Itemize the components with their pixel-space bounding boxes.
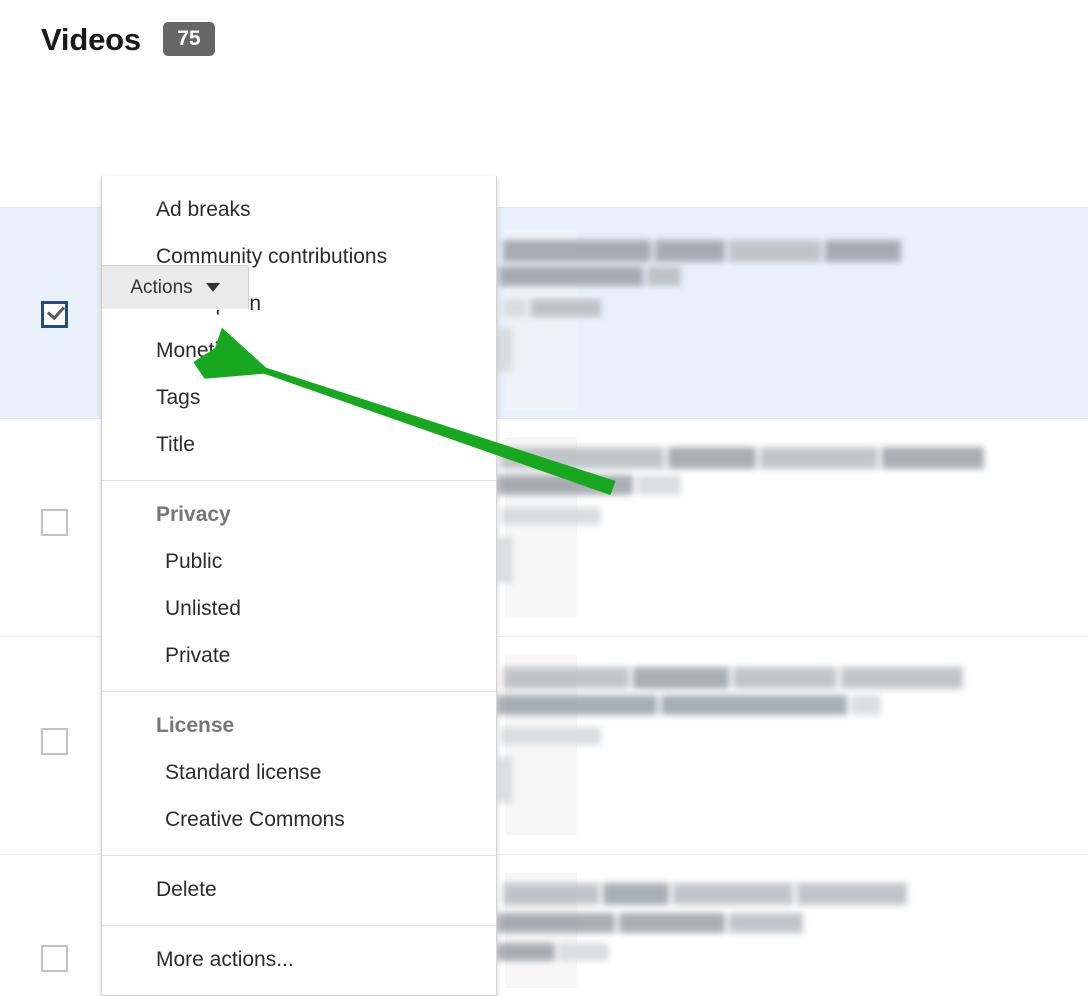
menu-item-monetize[interactable]: Monetize [102,327,496,374]
page-title: Videos [41,24,141,55]
video-meta-redacted [497,943,627,961]
menu-section-more: More actions... [102,926,496,995]
video-meta-redacted [501,507,611,525]
video-meta-redacted [503,299,623,317]
menu-section-general: Ad breaks Community contributions Descri… [102,176,496,481]
video-title-redacted [503,667,981,689]
menu-item-more-actions[interactable]: More actions... [102,936,496,983]
video-title-redacted [503,883,963,905]
row-checkbox[interactable] [41,301,68,328]
menu-section-delete: Delete [102,856,496,926]
menu-item-creative-commons[interactable]: Creative Commons [102,796,496,843]
video-subtitle-redacted [497,913,827,933]
video-subtitle-redacted [497,695,897,715]
row-checkbox[interactable] [41,728,68,755]
video-count-badge: 75 [163,22,215,56]
actions-button[interactable]: Actions [101,265,249,310]
menu-section-license: License Standard license Creative Common… [102,692,496,856]
menu-header-privacy: Privacy [102,491,496,538]
video-subtitle-redacted [499,266,699,286]
video-title-redacted [500,447,990,469]
video-icon-redacted [497,537,519,583]
menu-item-standard-license[interactable]: Standard license [102,749,496,796]
menu-item-ad-breaks[interactable]: Ad breaks [102,186,496,233]
menu-item-tags[interactable]: Tags [102,374,496,421]
menu-header-license: License [102,702,496,749]
chevron-down-icon [206,283,220,292]
menu-item-unlisted[interactable]: Unlisted [102,585,496,632]
menu-item-private[interactable]: Private [102,632,496,679]
row-checkbox[interactable] [41,509,68,536]
menu-section-privacy: Privacy Public Unlisted Private [102,481,496,692]
video-subtitle-redacted [497,475,707,495]
video-meta-redacted [501,727,611,745]
actions-button-label: Actions [130,277,192,299]
video-icon-redacted [497,328,519,372]
video-title-redacted [503,240,933,262]
video-icon-redacted [497,757,519,803]
menu-item-public[interactable]: Public [102,538,496,585]
page-header: Videos 75 [41,22,215,56]
row-checkbox[interactable] [41,945,68,972]
menu-item-delete[interactable]: Delete [102,866,496,913]
menu-item-title[interactable]: Title [102,421,496,468]
